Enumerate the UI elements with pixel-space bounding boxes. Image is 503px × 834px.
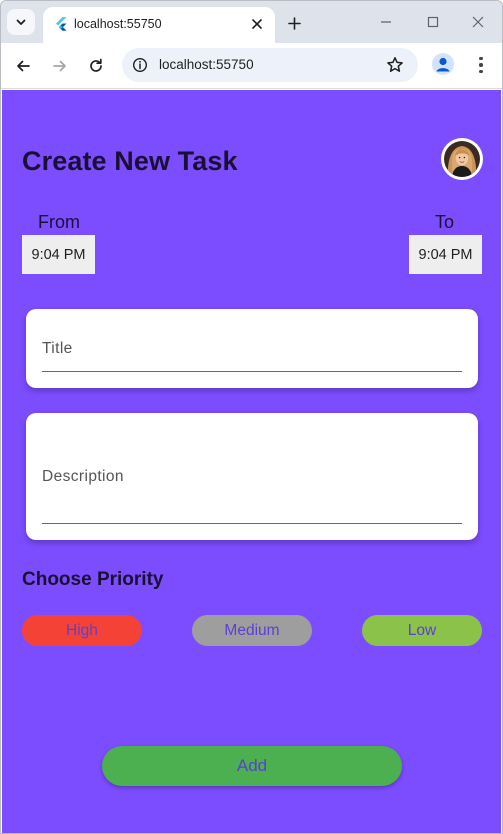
site-info-icon[interactable] [132,57,148,73]
menu-dot [479,69,483,74]
from-label: From [38,212,80,232]
chevron-down-icon [16,19,26,25]
reload-icon [90,58,102,72]
avatar-photo [444,141,480,177]
browser-menu-button[interactable] [471,54,491,76]
close-icon [472,16,484,28]
page-title: Create New Task [22,146,238,176]
back-arrow-icon [17,60,30,72]
close-icon [252,19,262,29]
browser-toolbar: localhost:55750 [1,43,502,89]
avatar[interactable] [441,138,483,180]
tab-title: localhost:55750 [74,17,162,31]
to-label: To [435,212,455,232]
add-button[interactable]: Add [102,746,402,786]
app-viewport: Create New Task From 9:04 PM To 9:04 PM [2,90,501,833]
maximize-icon [427,16,439,28]
maximize-button[interactable] [422,13,444,31]
plus-icon [287,16,301,30]
forward-arrow-icon [53,60,66,72]
tab-close-button[interactable] [247,14,267,34]
browser-tab[interactable]: localhost:55750 [43,7,275,43]
person-icon [436,57,450,72]
title-input[interactable] [42,371,462,372]
address-bar[interactable]: localhost:55750 [122,48,418,82]
profile-button[interactable] [432,53,454,75]
browser-window: localhost:55750 localhost:55750 Create N… [0,0,503,834]
title-field-label: Title [42,340,73,357]
priority-medium-button[interactable]: Medium [192,615,312,646]
menu-dot [479,56,483,61]
description-field-card: Description [26,413,478,540]
priority-high-button[interactable]: High [22,615,142,646]
tab-strip: localhost:55750 [1,1,502,43]
forward-button[interactable] [48,54,72,78]
from-time-button[interactable]: 9:04 PM [22,235,95,274]
window-close-button[interactable] [467,13,489,31]
title-field-card: Title [26,309,478,388]
flutter-icon [56,17,67,31]
url-text[interactable]: localhost:55750 [159,57,254,73]
to-time-button[interactable]: 9:04 PM [409,235,482,274]
description-field-label: Description [42,468,124,485]
description-input[interactable] [42,523,462,524]
back-button[interactable] [11,54,35,78]
new-tab-button[interactable] [284,13,304,33]
menu-dot [479,63,483,67]
avatar-image [444,141,480,177]
priority-heading: Choose Priority [22,569,164,590]
minimize-button[interactable] [375,13,397,31]
tab-search-button[interactable] [7,9,35,35]
priority-low-button[interactable]: Low [362,615,482,646]
reload-button[interactable] [84,54,108,78]
bookmark-star-icon[interactable] [386,56,404,74]
minimize-icon [381,21,391,23]
